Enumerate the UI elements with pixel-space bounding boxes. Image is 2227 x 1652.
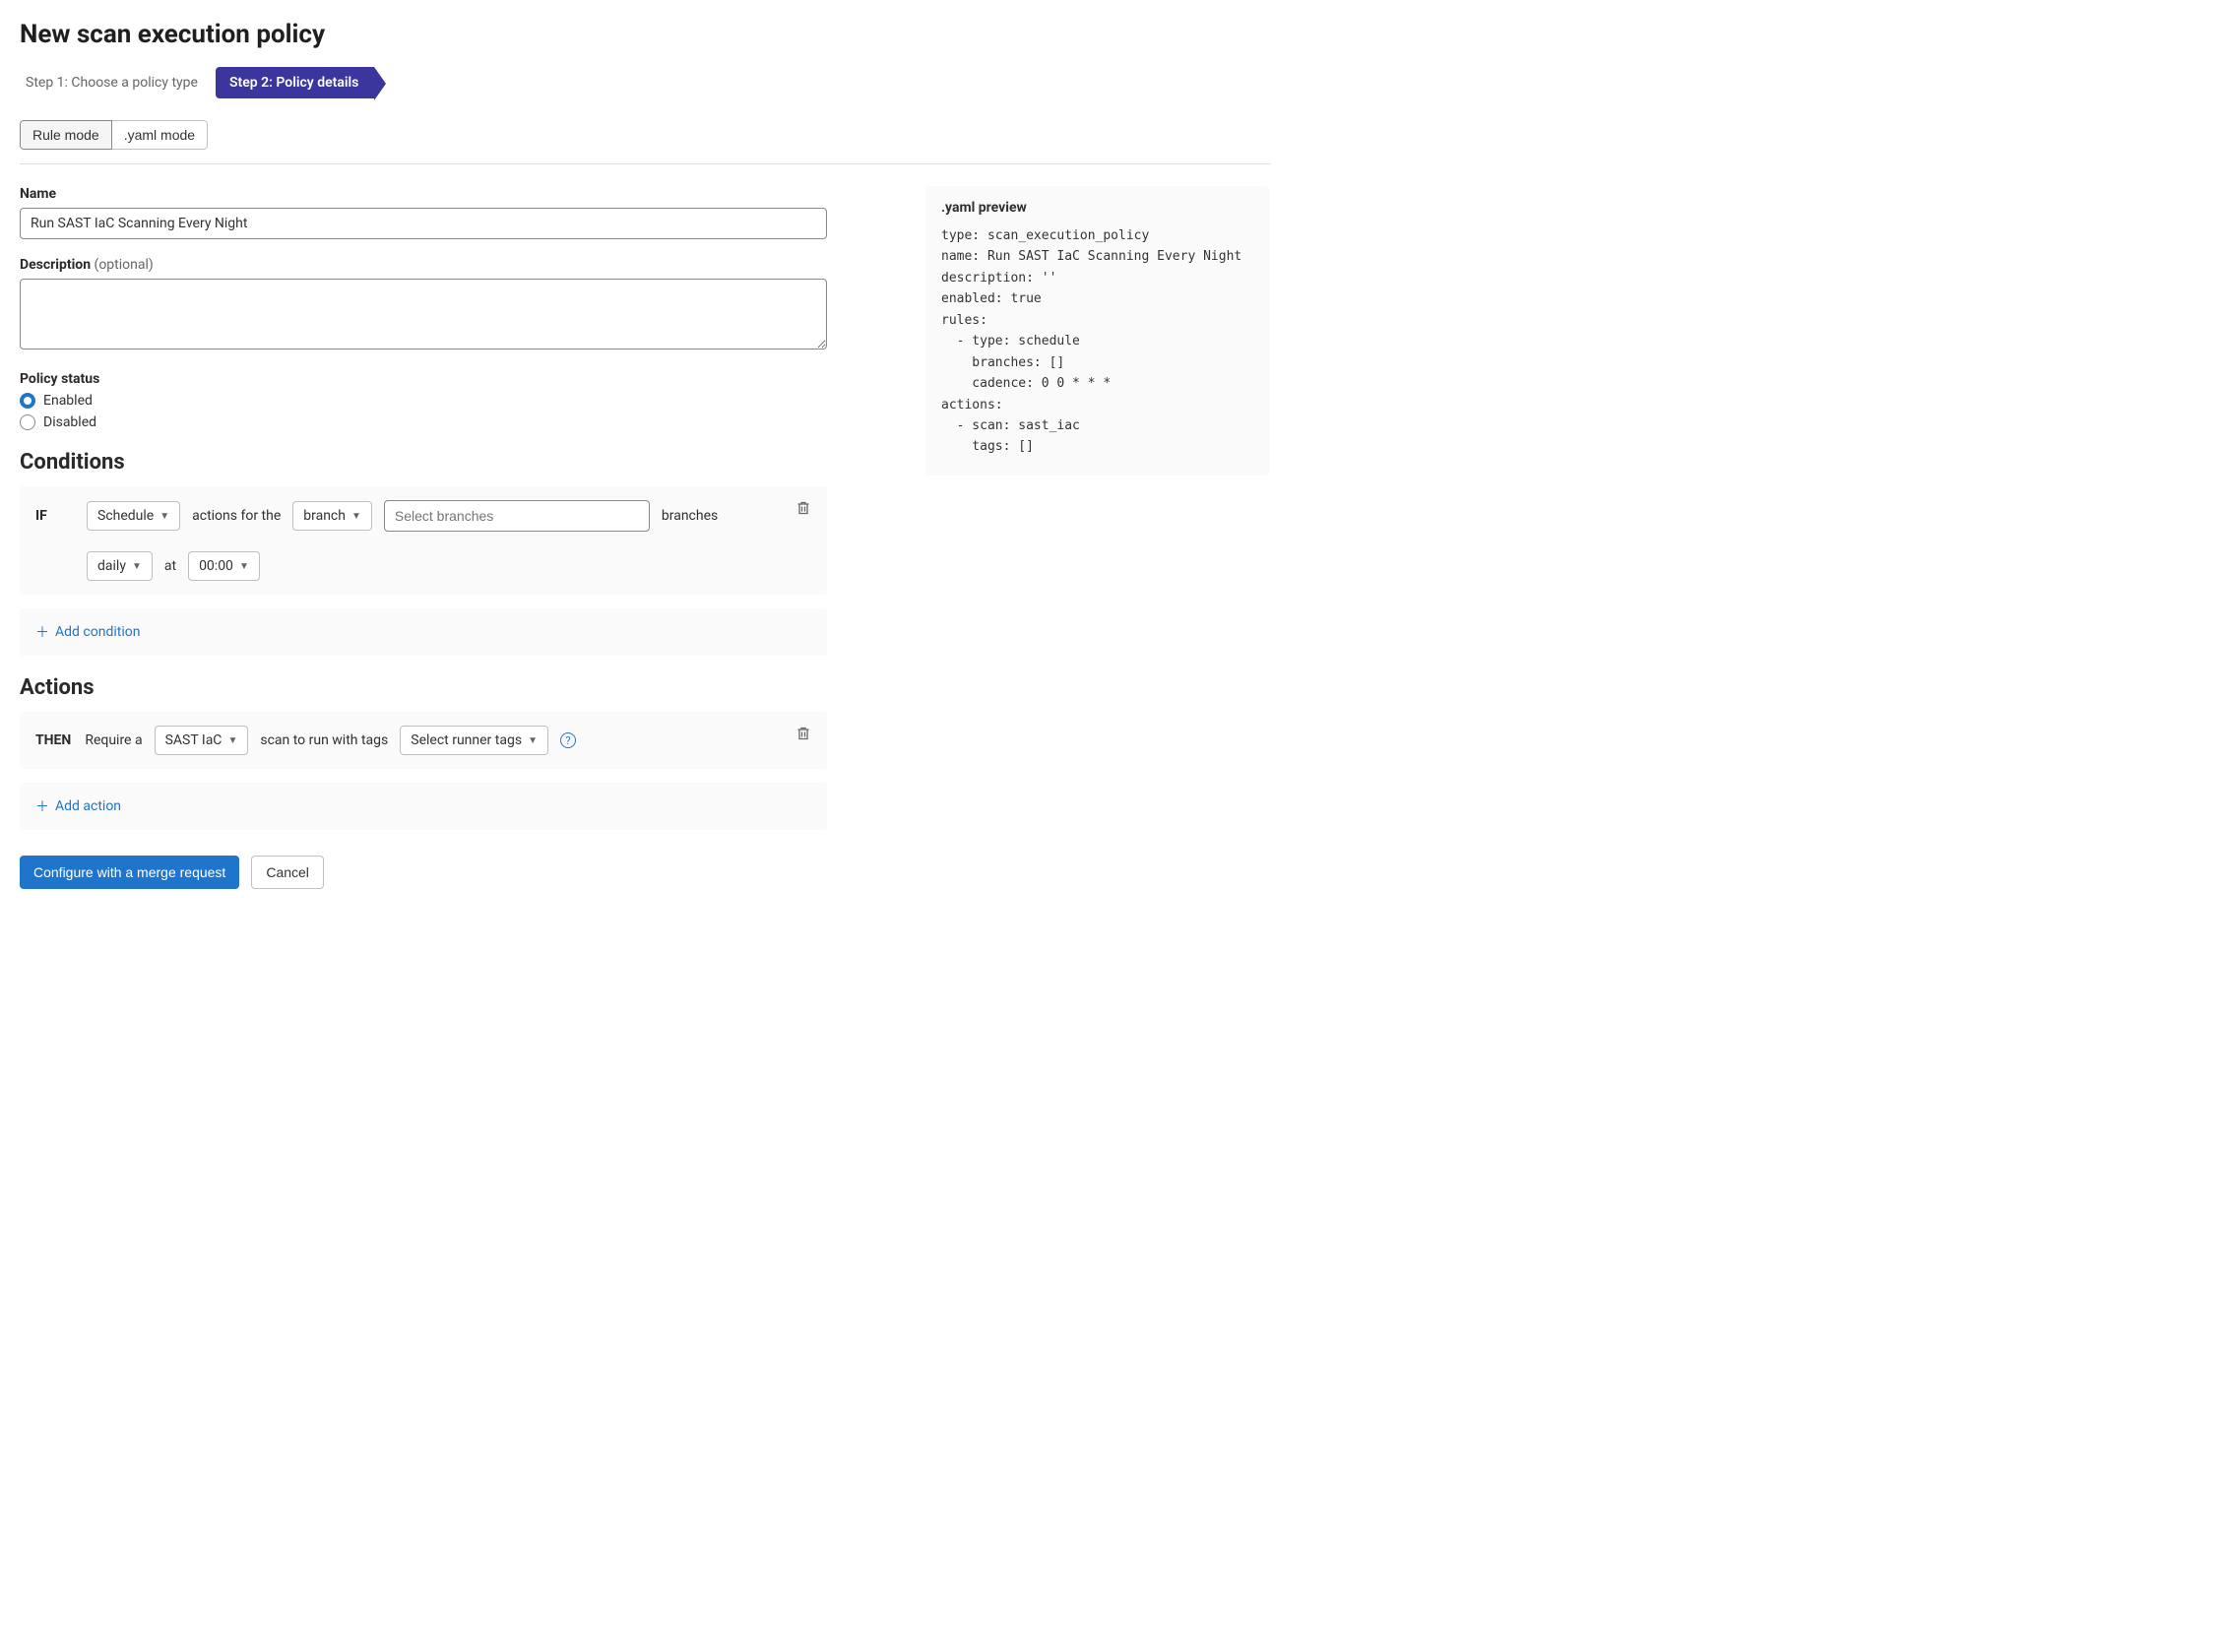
yaml-preview-panel: .yaml preview type: scan_execution_polic… — [925, 186, 1270, 476]
trash-icon — [795, 726, 811, 741]
footer-actions: Configure with a merge request Cancel — [20, 856, 827, 889]
actions-heading: Actions — [20, 675, 827, 700]
branch-select-value: branch — [303, 508, 346, 524]
add-condition-button[interactable]: ＋ Add condition — [35, 622, 140, 642]
step-1-label[interactable]: Step 1: Choose a policy type — [20, 75, 204, 91]
frequency-select-value: daily — [97, 558, 126, 574]
configure-merge-request-button[interactable]: Configure with a merge request — [20, 856, 239, 889]
action-panel: THEN Require a SAST IaC ▼ scan to run wi… — [20, 712, 827, 769]
at-text: at — [164, 558, 176, 574]
description-label-text: Description — [20, 257, 91, 273]
branches-input[interactable] — [384, 500, 650, 532]
branches-text: branches — [662, 508, 718, 524]
yaml-preview-content: type: scan_execution_policy name: Run SA… — [941, 225, 1254, 458]
runner-tags-value: Select runner tags — [411, 732, 522, 748]
rule-mode-button[interactable]: Rule mode — [20, 120, 112, 150]
actions-for-the-text: actions for the — [192, 508, 281, 524]
schedule-select-value: Schedule — [97, 508, 154, 524]
add-action-label: Add action — [55, 798, 121, 814]
scan-to-run-text: scan to run with tags — [260, 732, 388, 748]
chevron-down-icon: ▼ — [132, 561, 142, 572]
schedule-select[interactable]: Schedule ▼ — [87, 501, 180, 531]
disabled-radio-label: Disabled — [43, 414, 96, 430]
stepper: Step 1: Choose a policy type Step 2: Pol… — [20, 67, 1270, 98]
time-select[interactable]: 00:00 ▼ — [188, 551, 260, 581]
runner-tags-select[interactable]: Select runner tags ▼ — [400, 726, 548, 755]
time-select-value: 00:00 — [199, 558, 233, 574]
yaml-preview-title: .yaml preview — [941, 200, 1254, 216]
description-optional: (optional) — [95, 257, 154, 273]
name-label: Name — [20, 186, 827, 202]
page-title: New scan execution policy — [20, 20, 1270, 49]
chevron-down-icon: ▼ — [239, 561, 249, 572]
step-2-active: Step 2: Policy details — [216, 67, 374, 98]
status-label: Policy status — [20, 371, 827, 387]
description-label: Description (optional) — [20, 257, 827, 273]
scan-type-select[interactable]: SAST IaC ▼ — [155, 726, 249, 755]
disabled-radio[interactable] — [20, 414, 35, 430]
add-condition-panel: ＋ Add condition — [20, 608, 827, 656]
frequency-select[interactable]: daily ▼ — [87, 551, 153, 581]
then-label: THEN — [35, 732, 71, 748]
chevron-down-icon: ▼ — [351, 511, 361, 522]
chevron-down-icon: ▼ — [227, 735, 237, 746]
chevron-down-icon: ▼ — [528, 735, 538, 746]
cancel-button[interactable]: Cancel — [251, 856, 324, 889]
mode-toggle: Rule mode .yaml mode — [20, 120, 208, 150]
plus-icon: ＋ — [35, 622, 49, 642]
add-action-button[interactable]: ＋ Add action — [35, 796, 121, 816]
add-condition-label: Add condition — [55, 624, 140, 640]
branch-select[interactable]: branch ▼ — [292, 501, 372, 531]
divider — [20, 163, 1270, 164]
enabled-radio[interactable] — [20, 393, 35, 409]
description-input[interactable] — [20, 279, 827, 349]
scan-type-value: SAST IaC — [165, 732, 223, 748]
delete-action-button[interactable] — [795, 726, 811, 741]
conditions-heading: Conditions — [20, 450, 827, 475]
condition-panel: IF Schedule ▼ actions for the branch ▼ b… — [20, 486, 827, 595]
if-label: IF — [35, 508, 75, 524]
plus-icon: ＋ — [35, 796, 49, 816]
delete-condition-button[interactable] — [795, 500, 811, 516]
name-input[interactable] — [20, 208, 827, 239]
help-icon[interactable]: ? — [560, 732, 576, 748]
enabled-radio-label: Enabled — [43, 393, 93, 409]
trash-icon — [795, 500, 811, 516]
yaml-mode-button[interactable]: .yaml mode — [112, 120, 208, 150]
add-action-panel: ＋ Add action — [20, 783, 827, 830]
chevron-down-icon: ▼ — [159, 511, 169, 522]
require-a-text: Require a — [85, 732, 142, 748]
